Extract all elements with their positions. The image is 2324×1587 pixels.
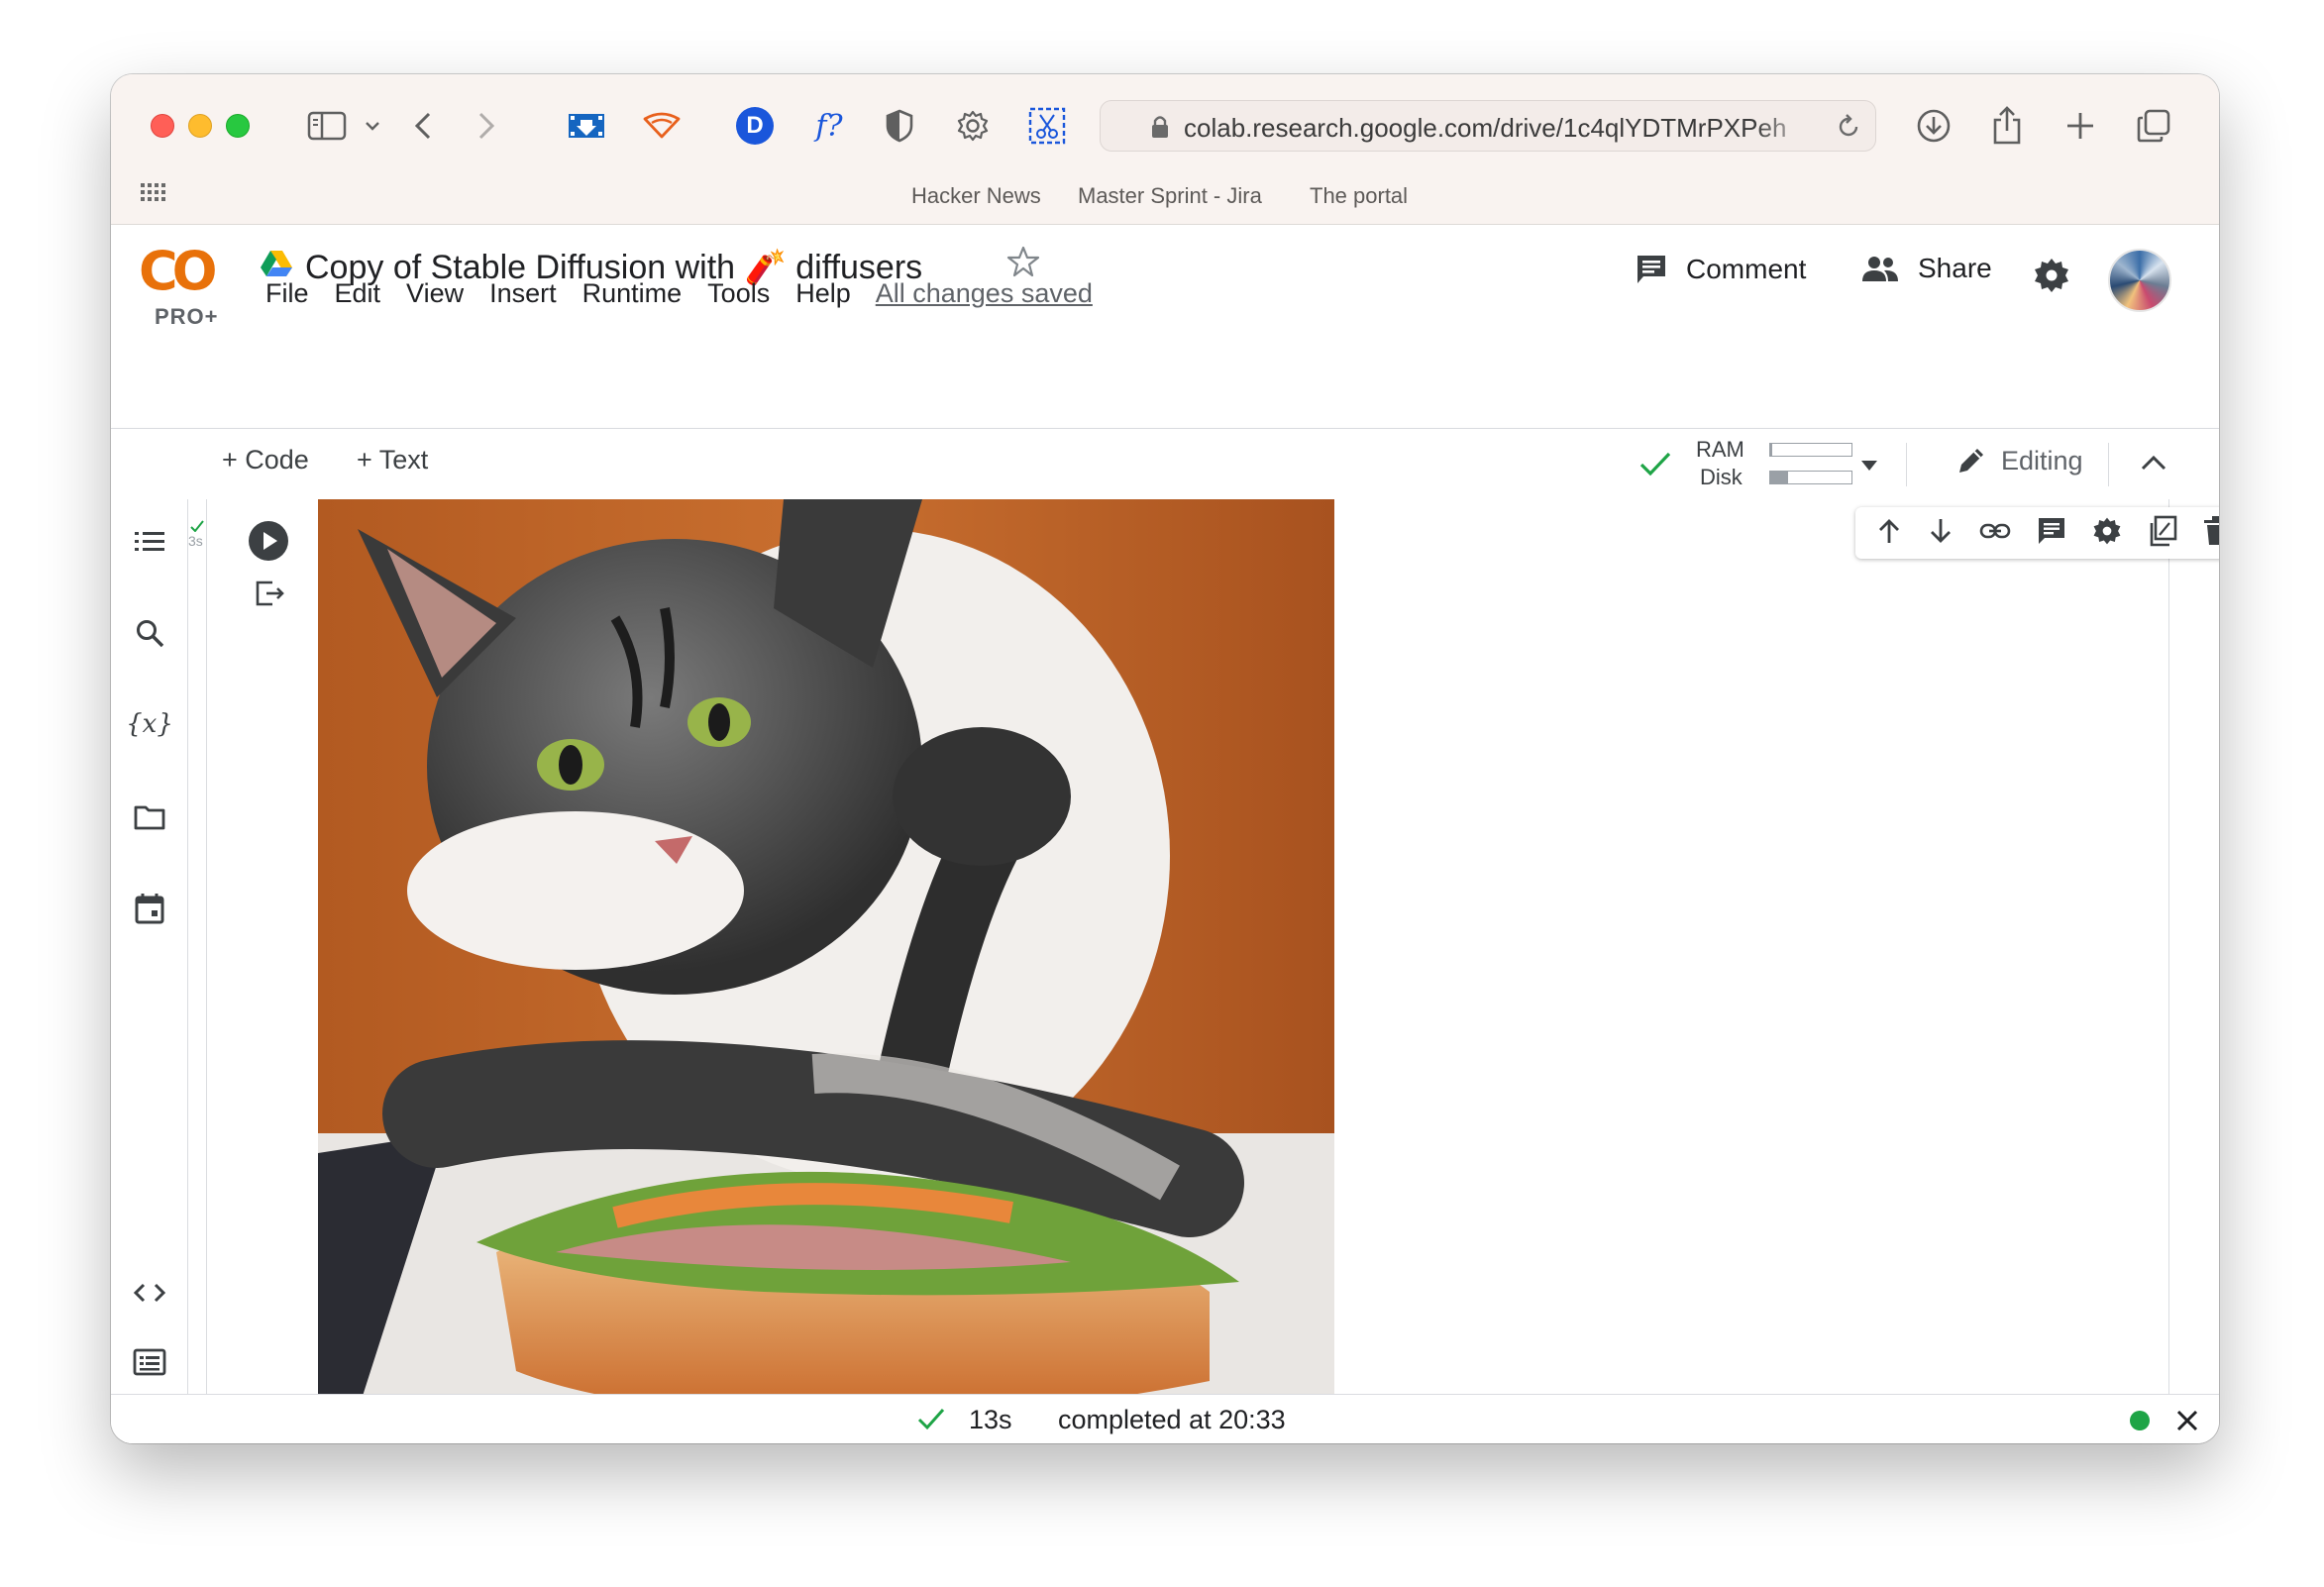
command-palette-icon[interactable] xyxy=(133,1345,166,1379)
forward-icon[interactable] xyxy=(472,104,501,148)
formula-extension-icon[interactable]: f? xyxy=(804,104,854,148)
menu-help[interactable]: Help xyxy=(783,278,864,309)
folder-icon[interactable] xyxy=(133,800,166,834)
resource-monitor[interactable]: RAM Disk xyxy=(1686,437,1884,492)
address-bar[interactable]: colab.research.google.com/drive/1c4qlYDT… xyxy=(1100,100,1876,152)
editing-mode-button[interactable]: Editing xyxy=(1955,445,2083,476)
d-extension-icon[interactable]: D xyxy=(733,104,777,148)
cell-settings-icon[interactable] xyxy=(2092,516,2122,551)
code-snippets-icon[interactable] xyxy=(133,1276,166,1310)
chevron-down-icon[interactable] xyxy=(361,104,384,148)
collapse-header-icon[interactable] xyxy=(2140,453,2167,477)
downloads-icon[interactable] xyxy=(1912,104,1955,148)
mirror-cell-icon[interactable] xyxy=(2148,515,2177,552)
disk-label: Disk xyxy=(1700,465,1743,489)
disk-usage-bar xyxy=(1769,471,1852,484)
share-label: Share xyxy=(1918,253,1992,283)
toolbar-divider xyxy=(1906,443,1907,486)
variables-icon[interactable]: {x} xyxy=(126,707,173,741)
output-actions-icon[interactable] xyxy=(255,579,286,613)
avatar[interactable] xyxy=(2108,249,2171,312)
table-of-contents-icon[interactable] xyxy=(133,525,166,559)
notebook-toolbar: + Code + Text RAM Disk Editing xyxy=(111,428,2219,499)
share-button[interactable]: Share xyxy=(1860,253,1992,284)
new-tab-icon[interactable] xyxy=(2059,104,2102,148)
close-icon[interactable] xyxy=(2175,1409,2199,1437)
delete-cell-icon[interactable] xyxy=(2203,515,2219,551)
move-cell-down-icon[interactable] xyxy=(1928,517,1954,550)
menu-file[interactable]: File xyxy=(253,278,322,309)
execution-completed-text[interactable]: completed at 20:33 xyxy=(1058,1405,1286,1435)
lock-icon xyxy=(1150,114,1170,145)
people-icon xyxy=(1862,257,1898,281)
toolbar-divider-2 xyxy=(2108,443,2109,486)
execution-complete-check-icon xyxy=(917,1407,945,1435)
back-icon[interactable] xyxy=(408,104,438,148)
notebook-area: 3s xyxy=(188,499,2219,1443)
favorite-the-portal[interactable]: The portal xyxy=(1310,183,1408,209)
comment-label: Comment xyxy=(1686,254,1807,284)
colab-logo-text: CO xyxy=(139,240,218,302)
search-icon[interactable] xyxy=(133,616,166,650)
ram-usage-bar xyxy=(1769,443,1852,457)
connected-check-icon xyxy=(1638,449,1672,483)
link-icon[interactable] xyxy=(1979,521,2011,546)
tab-overview-icon[interactable] xyxy=(2132,104,2175,148)
apps-grid-icon[interactable] xyxy=(141,183,166,206)
url-text: colab.research.google.com/drive/1c4qlYDT… xyxy=(1184,113,1787,143)
sidebar-toggle-icon[interactable] xyxy=(305,104,349,148)
favorite-master-sprint-jira[interactable]: Master Sprint - Jira xyxy=(1078,183,1262,209)
execution-duration: 13s xyxy=(969,1405,1012,1434)
cell-output-image xyxy=(318,499,1334,1442)
menu-edit[interactable]: Edit xyxy=(322,278,394,309)
cell-toolbar xyxy=(1855,507,2219,559)
pro-plus-badge: PRO+ xyxy=(155,304,219,329)
reload-icon[interactable] xyxy=(1836,113,1861,146)
gear-icon[interactable] xyxy=(953,104,993,148)
screenshot-stage: D f? colab.research.google.com/drive/1c4… xyxy=(0,0,2324,1587)
ram-usage-fill xyxy=(1770,444,1772,456)
disk-usage-fill xyxy=(1770,472,1789,483)
menu-view[interactable]: View xyxy=(393,278,476,309)
save-status-link[interactable]: All changes saved xyxy=(876,278,1093,309)
runtime-status-dot xyxy=(2130,1411,2150,1430)
menu-bar: File Edit View Insert Runtime Tools Help… xyxy=(253,278,1093,309)
share-sheet-icon[interactable] xyxy=(1985,104,2029,148)
move-cell-up-icon[interactable] xyxy=(1876,517,1902,550)
settings-gear-icon[interactable] xyxy=(2033,257,2070,299)
calendar-icon[interactable] xyxy=(133,892,166,925)
code-cell[interactable] xyxy=(206,499,2219,1443)
status-bar: 13s completed at 20:33 xyxy=(111,1394,2219,1443)
comment-icon xyxy=(1637,256,1665,283)
favorite-hacker-news[interactable]: Hacker News xyxy=(911,183,1041,209)
play-icon xyxy=(264,532,277,550)
pencil-icon xyxy=(1959,449,1983,473)
cat-sandwich-image xyxy=(318,499,1334,1442)
add-text-button[interactable]: + Text xyxy=(357,445,428,476)
screenshot-crop-icon[interactable] xyxy=(1026,104,1068,148)
menu-insert[interactable]: Insert xyxy=(476,278,570,309)
wifi-extension-icon[interactable] xyxy=(640,104,684,148)
cell-exec-time: 3s xyxy=(188,533,203,549)
minimize-window-button[interactable] xyxy=(188,114,212,138)
colab-header: CO PRO+ Copy of Stable Diffusion with 🧨 … xyxy=(111,225,2219,428)
colab-logo[interactable]: CO xyxy=(139,245,218,298)
ram-label: RAM xyxy=(1696,437,1744,462)
run-cell-button[interactable] xyxy=(249,521,288,561)
add-code-button[interactable]: + Code xyxy=(222,445,309,476)
close-window-button[interactable] xyxy=(151,114,174,138)
menu-runtime[interactable]: Runtime xyxy=(570,278,695,309)
editing-label: Editing xyxy=(2001,445,2083,476)
cell-comment-icon[interactable] xyxy=(2037,516,2066,551)
shield-icon[interactable] xyxy=(880,104,919,148)
menu-tools[interactable]: Tools xyxy=(694,278,783,309)
left-sidebar: {x} xyxy=(111,499,188,1443)
runtime-dropdown-icon[interactable] xyxy=(1860,459,1878,476)
browser-chrome: D f? colab.research.google.com/drive/1c4… xyxy=(111,74,2219,225)
zoom-window-button[interactable] xyxy=(226,114,250,138)
browser-window: D f? colab.research.google.com/drive/1c4… xyxy=(111,74,2219,1443)
comment-button[interactable]: Comment xyxy=(1635,253,1806,286)
video-downloader-icon[interactable] xyxy=(565,104,608,148)
d-extension-letter: D xyxy=(736,107,774,145)
